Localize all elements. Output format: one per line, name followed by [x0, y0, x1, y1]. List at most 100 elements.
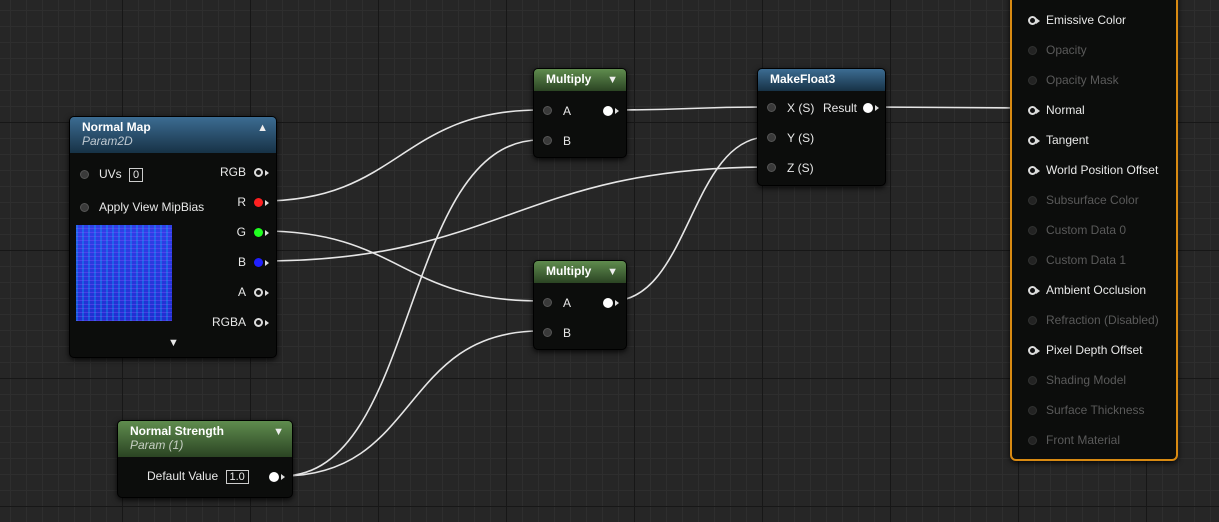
uvs-row: UVs 0	[99, 167, 144, 182]
output-rgba-pin[interactable]	[254, 318, 263, 327]
material-input-pin[interactable]	[1028, 376, 1037, 385]
material-input-label: Shading Model	[1046, 373, 1127, 387]
multiply-2-input-a-pin[interactable]	[543, 298, 552, 307]
multiply-2-input-b-label: B	[563, 326, 572, 340]
wire-makefloat-to-normal	[869, 106, 1031, 109]
material-input-pin[interactable]	[1028, 406, 1037, 415]
output-rgba-arrow-icon	[265, 320, 269, 326]
normal-map-header[interactable]: Normal Map Param2D ▲	[70, 117, 276, 153]
makefloat3-node[interactable]: MakeFloat3 X (S) Y (S) Z (S) Result	[757, 68, 886, 186]
material-input-arrow-icon	[1036, 288, 1040, 294]
makefloat3-z-pin[interactable]	[767, 163, 776, 172]
material-input-label: World Position Offset	[1046, 163, 1159, 177]
normal-map-title: Normal Map	[82, 120, 151, 134]
material-input-label: Ambient Occlusion	[1046, 283, 1147, 297]
chevron-down-icon[interactable]: ▼	[607, 74, 618, 86]
material-input-label: Pixel Depth Offset	[1046, 343, 1143, 357]
makefloat3-result-arrow-icon	[875, 105, 879, 111]
output-rgba-label: RGBA	[211, 315, 246, 329]
output-r-pin[interactable]	[254, 198, 263, 207]
multiply-1-header[interactable]: Multiply ▼	[534, 69, 626, 91]
texture-preview	[76, 225, 172, 321]
material-input-label: Tangent	[1046, 133, 1089, 147]
wire-g-to-multiply2-a	[261, 230, 541, 302]
material-input-pin[interactable]	[1028, 436, 1037, 445]
multiply-1-input-a-label: A	[563, 104, 572, 118]
output-b-label: B	[237, 255, 246, 269]
chevron-down-icon[interactable]: ▼	[273, 426, 284, 438]
material-input-label: Opacity	[1046, 43, 1087, 57]
multiply-2-output-arrow-icon	[615, 300, 619, 306]
output-a-arrow-icon	[265, 290, 269, 296]
material-input-label: Custom Data 1	[1046, 253, 1127, 267]
output-rgb-pin[interactable]	[254, 168, 263, 177]
material-input-pin[interactable]	[1028, 196, 1037, 205]
material-input-pin[interactable]	[1028, 226, 1037, 235]
wire-r-to-multiply1-a	[261, 109, 541, 202]
multiply-2-input-b-pin[interactable]	[543, 328, 552, 337]
material-input-label: Subsurface Color	[1046, 193, 1139, 207]
makefloat3-x-pin[interactable]	[767, 103, 776, 112]
uvs-value-field[interactable]: 0	[129, 168, 144, 182]
uvs-pin[interactable]	[80, 170, 89, 179]
makefloat3-x-label: X (S)	[787, 101, 815, 115]
normal-strength-output-arrow-icon	[281, 474, 285, 480]
material-input-arrow-icon	[1036, 18, 1040, 24]
multiply-1-input-a-pin[interactable]	[543, 106, 552, 115]
normal-map-node[interactable]: Normal Map Param2D ▲ UVs 0 Apply View Mi…	[69, 116, 277, 358]
wire-strength-to-multiply2-b	[281, 330, 541, 477]
default-value-row: Default Value 1.0	[147, 469, 249, 484]
normal-strength-output-pin[interactable]	[269, 472, 279, 482]
output-g-pin[interactable]	[254, 228, 263, 237]
makefloat3-header[interactable]: MakeFloat3	[758, 69, 885, 91]
multiply-node-2[interactable]: Multiply ▼ A B	[533, 260, 627, 350]
wire-multiply2-to-makefloat-y	[611, 136, 769, 302]
normal-strength-header[interactable]: Normal Strength Param (1) ▼	[118, 421, 292, 457]
multiply-1-input-b-label: B	[563, 134, 572, 148]
material-input-label: Custom Data 0	[1046, 223, 1127, 237]
multiply-2-output-pin[interactable]	[603, 298, 613, 308]
output-r-arrow-icon	[265, 200, 269, 206]
material-input-label: Surface Thickness	[1046, 403, 1145, 417]
output-g-arrow-icon	[265, 230, 269, 236]
material-result-node[interactable]: Emissive Color Opacity Opacity Mask Normal T…	[1010, 0, 1178, 461]
wire-b-to-makefloat-z	[261, 166, 769, 262]
normal-map-subtitle: Param2D	[82, 134, 133, 148]
expand-chevron-icon[interactable]: ▼	[168, 337, 179, 349]
material-input-label: Opacity Mask	[1046, 73, 1119, 87]
output-b-arrow-icon	[265, 260, 269, 266]
material-input-label: Emissive Color	[1046, 13, 1127, 27]
output-a-pin[interactable]	[254, 288, 263, 297]
makefloat3-result-pin[interactable]	[863, 103, 873, 113]
multiply-1-title: Multiply	[546, 72, 592, 86]
multiply-2-input-a-label: A	[563, 296, 572, 310]
chevron-down-icon[interactable]: ▼	[607, 266, 618, 278]
material-input-label: Refraction (Disabled)	[1046, 313, 1159, 327]
multiply-1-output-arrow-icon	[615, 108, 619, 114]
material-input-pin[interactable]	[1028, 256, 1037, 265]
wire-multiply1-to-makefloat-x	[611, 106, 769, 111]
wire-strength-to-multiply1-b	[281, 139, 541, 477]
mipbias-pin[interactable]	[80, 203, 89, 212]
default-value-field[interactable]: 1.0	[225, 470, 249, 484]
material-input-pin[interactable]	[1028, 46, 1037, 55]
output-rgb-label: RGB	[219, 165, 246, 179]
multiply-1-input-b-pin[interactable]	[543, 136, 552, 145]
makefloat3-title: MakeFloat3	[770, 72, 836, 86]
material-input-label: Front Material	[1046, 433, 1121, 447]
makefloat3-y-pin[interactable]	[767, 133, 776, 142]
multiply-2-header[interactable]: Multiply ▼	[534, 261, 626, 283]
normal-strength-title: Normal Strength	[130, 424, 225, 438]
output-rgb-arrow-icon	[265, 170, 269, 176]
material-input-arrow-icon	[1036, 348, 1040, 354]
material-input-pin[interactable]	[1028, 316, 1037, 325]
normal-strength-node[interactable]: Normal Strength Param (1) ▼ Default Valu…	[117, 420, 293, 498]
multiply-1-output-pin[interactable]	[603, 106, 613, 116]
collapse-icon[interactable]: ▲	[257, 122, 268, 134]
multiply-node-1[interactable]: Multiply ▼ A B	[533, 68, 627, 158]
material-input-pin[interactable]	[1028, 76, 1037, 85]
output-b-pin[interactable]	[254, 258, 263, 267]
makefloat3-y-label: Y (S)	[787, 131, 815, 145]
material-input-arrow-icon	[1036, 168, 1040, 174]
output-a-label: A	[237, 285, 246, 299]
